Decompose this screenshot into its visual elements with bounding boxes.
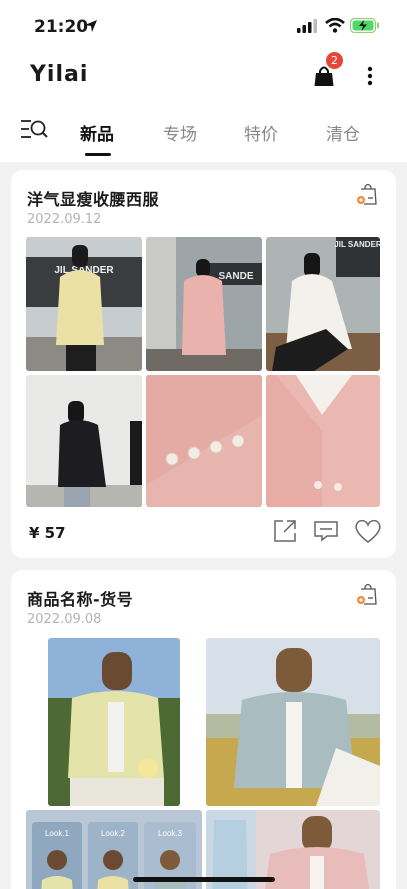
product-card[interactable]: 洋气显瘦收腰西服 2022.09.12 JIL SANDER SANDE JIL… — [11, 170, 396, 558]
product-photo[interactable]: SANDE — [146, 237, 262, 371]
status-time: 21:20 — [34, 17, 89, 37]
tab-clearance[interactable]: 清仓 — [326, 120, 360, 145]
tab-new[interactable]: 新品 — [80, 120, 114, 145]
product-date: 2022.09.12 — [27, 212, 102, 227]
product-photo[interactable]: JIL SANDER — [266, 237, 380, 371]
share-icon[interactable] — [272, 518, 298, 544]
svg-text:JIL SANDER: JIL SANDER — [334, 240, 380, 249]
add-to-cart-icon[interactable] — [356, 582, 380, 606]
home-indicator — [133, 877, 275, 882]
location-arrow-icon — [85, 20, 97, 32]
product-photo[interactable] — [48, 638, 180, 806]
filter-search-icon[interactable] — [20, 118, 48, 140]
product-title: 商品名称-货号 — [27, 590, 134, 609]
product-photo[interactable] — [206, 638, 380, 806]
comment-icon[interactable] — [313, 518, 339, 544]
favorite-heart-icon[interactable] — [354, 518, 382, 544]
product-photo[interactable] — [26, 375, 142, 507]
svg-text:SANDE: SANDE — [218, 271, 253, 282]
product-card[interactable]: 商品名称-货号 2022.09.08 Look.1 Look.2 Look.3 — [11, 570, 396, 889]
look-label: Look.2 — [101, 829, 126, 838]
add-to-cart-icon[interactable] — [356, 182, 380, 206]
product-date: 2022.09.08 — [27, 612, 102, 627]
more-options-icon[interactable] — [367, 66, 373, 86]
product-photo[interactable] — [266, 375, 380, 507]
product-title: 洋气显瘦收腰西服 — [27, 190, 160, 209]
app-title: Yilai — [30, 62, 89, 87]
cellular-signal-icon — [297, 19, 317, 33]
app-header: 21:20 Yilai 2 新品 专场 特价 清仓 — [0, 0, 407, 162]
look-label: Look.3 — [158, 829, 183, 838]
tab-special[interactable]: 专场 — [163, 120, 197, 145]
look-label: Look.1 — [45, 829, 70, 838]
product-photo[interactable]: JIL SANDER — [26, 237, 142, 371]
wifi-icon — [325, 18, 345, 33]
active-tab-indicator — [85, 153, 111, 156]
cart-count-badge: 2 — [326, 52, 343, 69]
status-bar: 21:20 — [0, 0, 407, 50]
tab-sale[interactable]: 特价 — [244, 120, 278, 145]
battery-charging-icon — [350, 18, 379, 33]
product-photo[interactable] — [146, 375, 262, 507]
product-price: ¥ 57 — [29, 524, 66, 542]
